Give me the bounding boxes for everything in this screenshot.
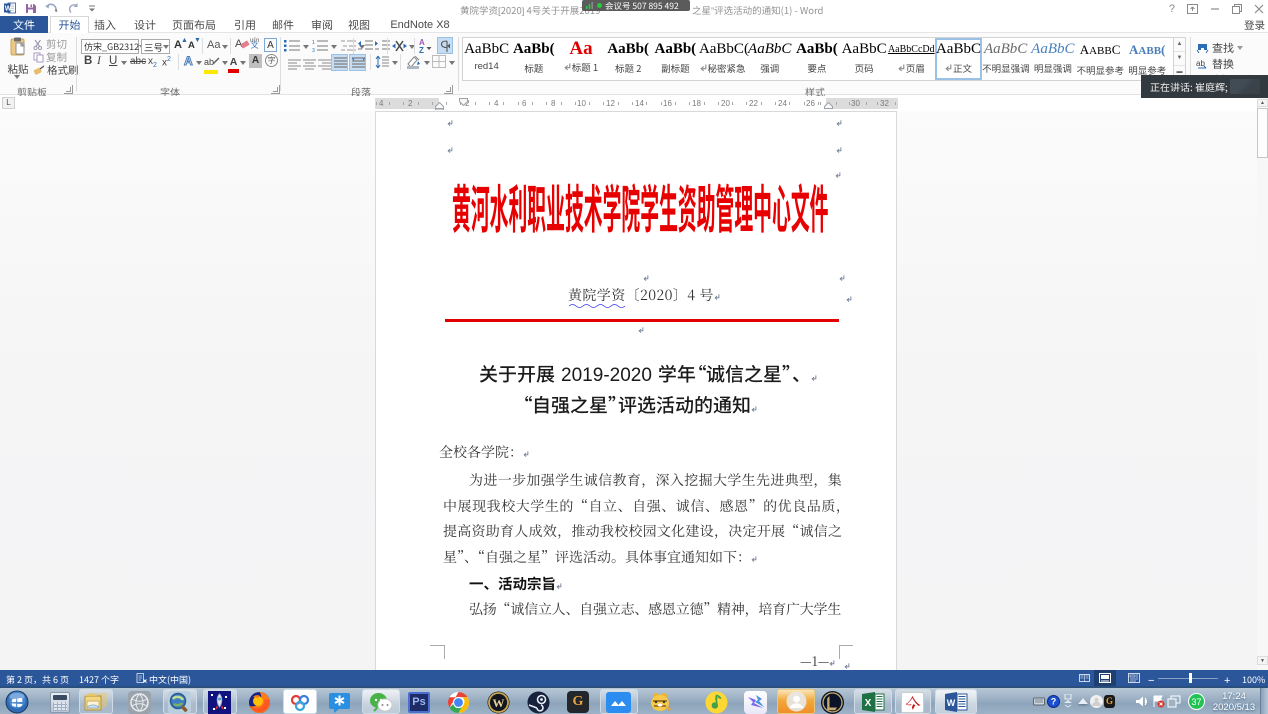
- svg-text:W: W: [947, 698, 956, 708]
- svg-text:?: ?: [1051, 697, 1057, 707]
- svg-text:Z: Z: [419, 46, 424, 53]
- svg-text:3: 3: [312, 48, 315, 52]
- svg-text:W: W: [5, 6, 12, 13]
- svg-text:X: X: [865, 698, 872, 709]
- svg-text:1: 1: [312, 40, 315, 46]
- svg-text:W: W: [493, 696, 505, 710]
